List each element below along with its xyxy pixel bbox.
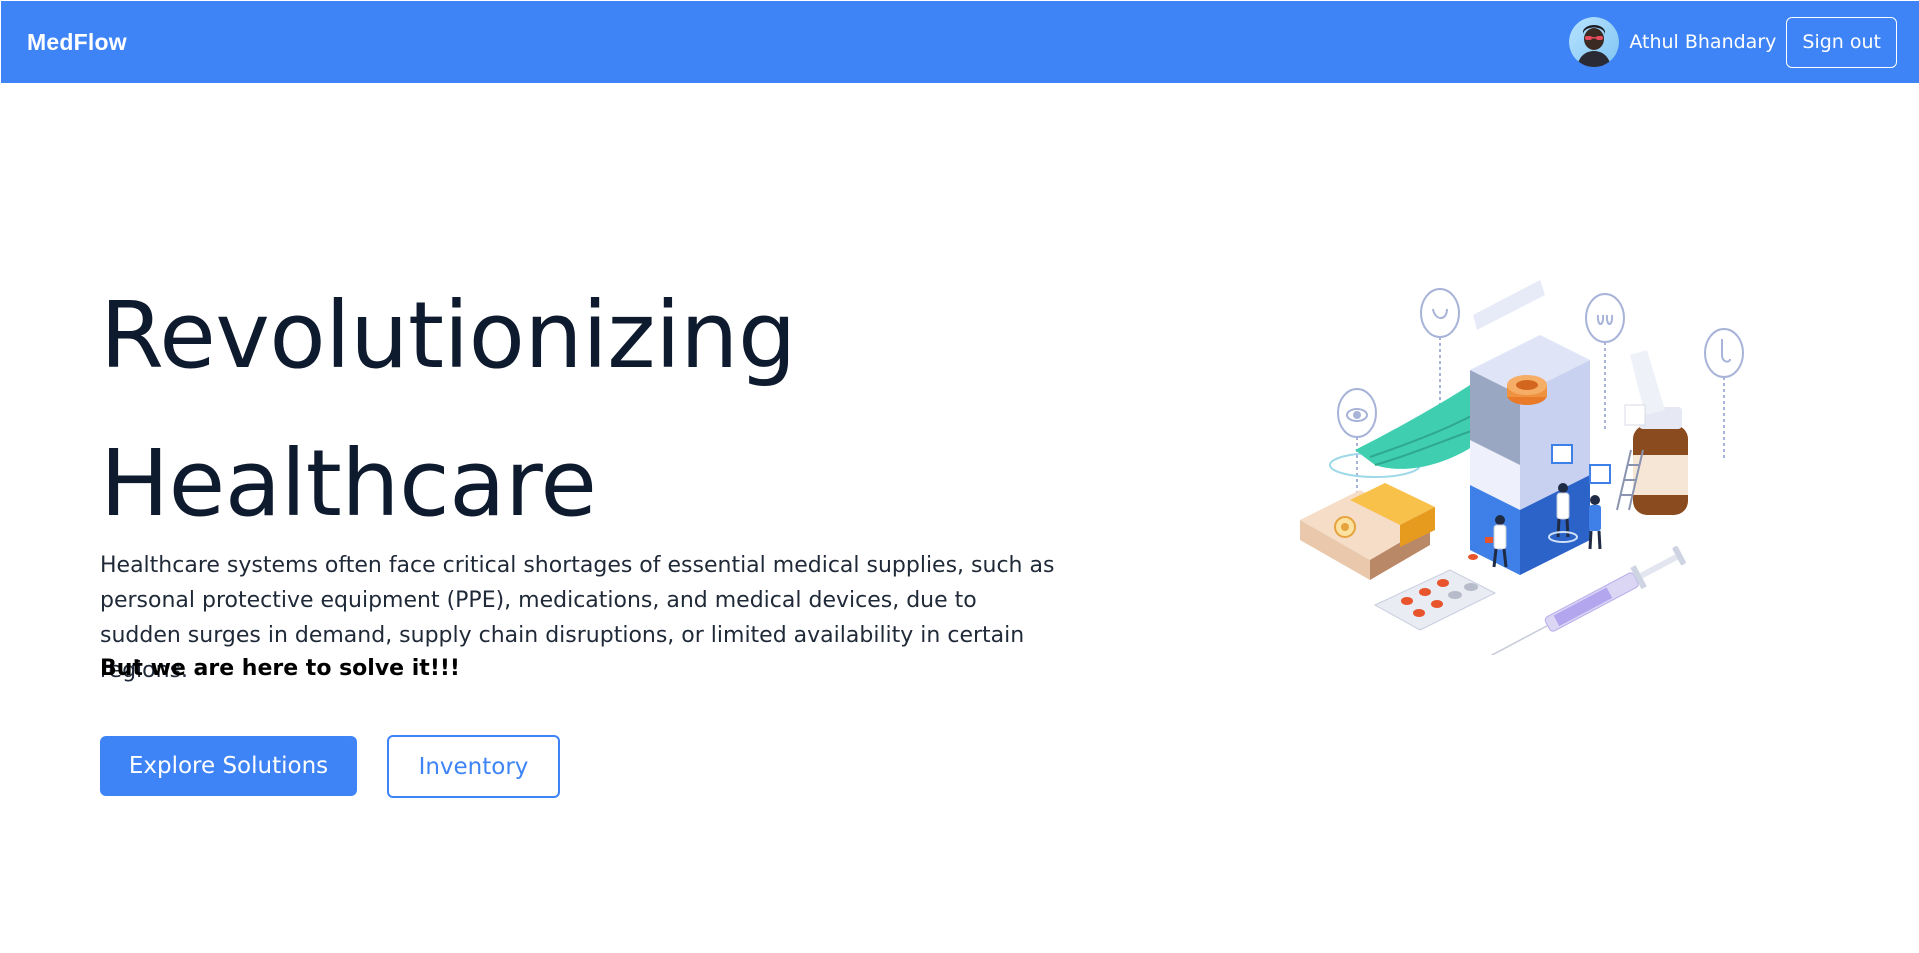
user-avatar[interactable] — [1569, 17, 1620, 67]
hero-title: Revolutionizing Healthcare — [100, 262, 796, 558]
explore-solutions-button[interactable]: Explore Solutions — [100, 736, 357, 796]
hero-title-line-1: Revolutionizing — [100, 282, 796, 389]
hero-title-line-2: Healthcare — [100, 430, 597, 537]
inventory-button[interactable]: Inventory — [387, 735, 560, 798]
illustration-icon — [1300, 280, 1744, 657]
user-menu: Athul Bhandary Sign out — [1569, 16, 1897, 68]
sign-out-button[interactable]: Sign out — [1786, 16, 1897, 68]
avatar-icon — [1569, 17, 1620, 67]
user-name: Athul Bhandary — [1629, 31, 1777, 53]
brand-logo-link[interactable]: MedFlow — [27, 29, 127, 56]
medical-supplies-illustration — [1295, 275, 1755, 657]
hero-emphasis: But we are here to solve it!!! — [100, 656, 460, 681]
top-navbar: MedFlow Athul Bhandary Sign out — [1, 1, 1919, 83]
